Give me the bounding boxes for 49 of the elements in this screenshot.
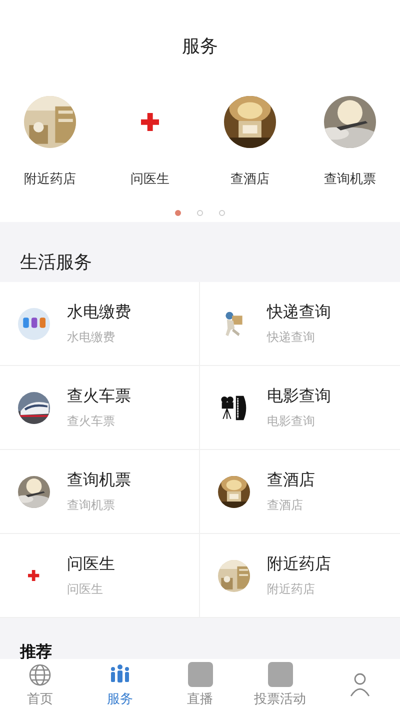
service-tile[interactable]: 查火车票 查火车票: [0, 366, 200, 450]
tab-label: 首页: [27, 690, 53, 708]
service-subtitle: 水电缴费: [67, 328, 116, 346]
page-dot[interactable]: [197, 210, 203, 216]
service-name: 查询机票: [67, 470, 131, 490]
tab-label: 投票活动: [254, 691, 306, 708]
service-subtitle: 附近药店: [267, 580, 316, 598]
page-dot[interactable]: [175, 210, 181, 216]
tab[interactable]: 直播: [160, 659, 240, 711]
service-label[interactable]: 问医生: [130, 170, 170, 188]
service-name: 查酒店: [267, 470, 315, 490]
tab-label: 服务: [107, 690, 133, 708]
service-name: 快递查询: [267, 302, 331, 322]
service-subtitle: 电影查询: [267, 412, 316, 430]
service-name: 查火车票: [67, 386, 131, 406]
service-label[interactable]: 查酒店: [230, 170, 270, 188]
section-title: 生活服务: [19, 251, 93, 275]
service-tile[interactable]: 电影查询 电影查询: [200, 366, 400, 450]
person-icon: [348, 673, 372, 697]
placeholder-icon: [268, 662, 292, 687]
service-tile[interactable]: 问医生 问医生: [0, 534, 200, 618]
service-label[interactable]: 附近药店: [24, 170, 76, 188]
tab-label: 直播: [187, 691, 213, 708]
service-label[interactable]: 查询机票: [324, 170, 376, 188]
service-tile[interactable]: 水电缴费 水电缴费: [0, 282, 200, 366]
service-name: 附近药店: [267, 554, 331, 574]
tab[interactable]: 服务: [80, 659, 160, 711]
tab[interactable]: 首页: [0, 659, 80, 711]
service-tile[interactable]: 查酒店 查酒店: [200, 450, 400, 534]
placeholder-icon: [188, 662, 212, 687]
service-name: 问医生: [67, 554, 115, 574]
service-tile[interactable]: 查询机票 查询机票: [0, 450, 200, 534]
tab[interactable]: 投票活动: [240, 659, 320, 711]
service-tile[interactable]: 附近药店 附近药店: [200, 534, 400, 618]
service-tile[interactable]: 快递查询 快递查询: [200, 282, 400, 366]
service-name: 水电缴费: [67, 302, 131, 322]
cross-icon: [140, 112, 160, 132]
service-subtitle: 快递查询: [267, 328, 316, 346]
meter-icon: [18, 308, 50, 340]
globe-icon: [28, 662, 52, 686]
service-name: 电影查询: [267, 386, 331, 406]
service-subtitle: 查询机票: [67, 496, 116, 514]
service-subtitle: 查酒店: [267, 496, 304, 514]
page-title: 服务: [182, 35, 218, 58]
page-dot[interactable]: [219, 210, 225, 216]
service-subtitle: 问医生: [67, 580, 104, 598]
cross-icon: [28, 570, 40, 582]
service-subtitle: 查火车票: [67, 412, 116, 430]
section-title: 推荐: [18, 641, 53, 658]
